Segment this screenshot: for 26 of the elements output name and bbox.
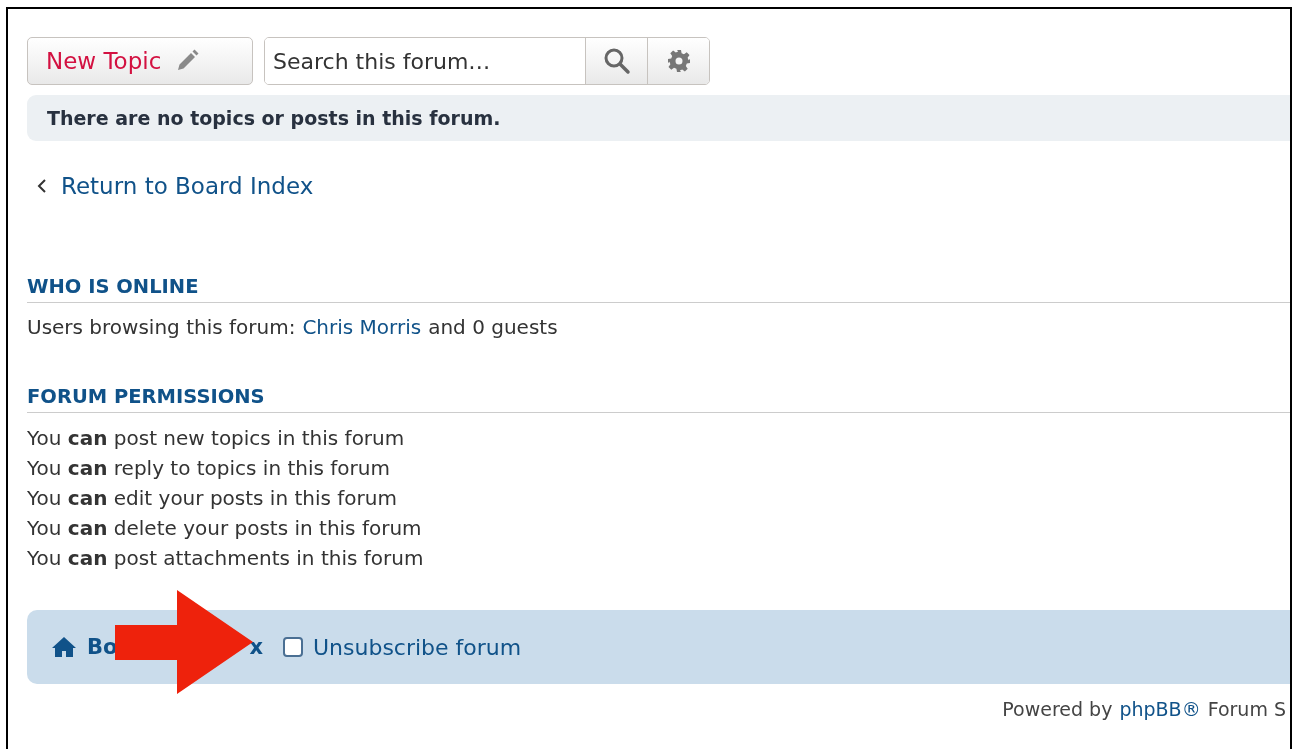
permission-text: You can delete your posts in this forum	[27, 516, 422, 540]
section-heading: WHO IS ONLINE	[27, 275, 1290, 303]
permission-text: You can post attachments in this forum	[27, 546, 424, 570]
phpbb-link[interactable]: phpBB®	[1119, 698, 1201, 720]
pencil-icon	[175, 49, 200, 73]
search-icon	[602, 47, 631, 75]
permission-text: You can reply to topics in this forum	[27, 456, 390, 480]
home-icon	[51, 636, 77, 658]
permission-text: You can post new topics in this forum	[27, 426, 405, 450]
powered-text: Forum S	[1207, 698, 1286, 720]
section-heading: FORUM PERMISSIONS	[27, 385, 1290, 413]
board-index-link[interactable]: Bo x	[51, 635, 263, 659]
online-text: and 0 guests	[428, 315, 558, 339]
notice-text: There are no topics or posts in this forum.	[47, 107, 501, 129]
user-link[interactable]: Chris Morris	[302, 315, 422, 339]
unsubscribe-checkbox[interactable]: Unsubscribe forum	[283, 634, 522, 660]
permission-text: You can edit your posts in this forum	[27, 486, 397, 510]
search-field[interactable]: Search this forum…	[264, 37, 710, 85]
new-topic-button[interactable]: New Topic	[27, 37, 253, 85]
return-link[interactable]: Return to Board Index	[61, 173, 314, 199]
chevron-left-icon	[37, 178, 47, 194]
settings-button[interactable]	[647, 38, 709, 84]
search-button[interactable]	[585, 38, 647, 84]
settings-icon	[666, 49, 691, 73]
powered-text: Powered by	[1002, 698, 1113, 720]
online-text: Users browsing this forum:	[27, 315, 296, 339]
